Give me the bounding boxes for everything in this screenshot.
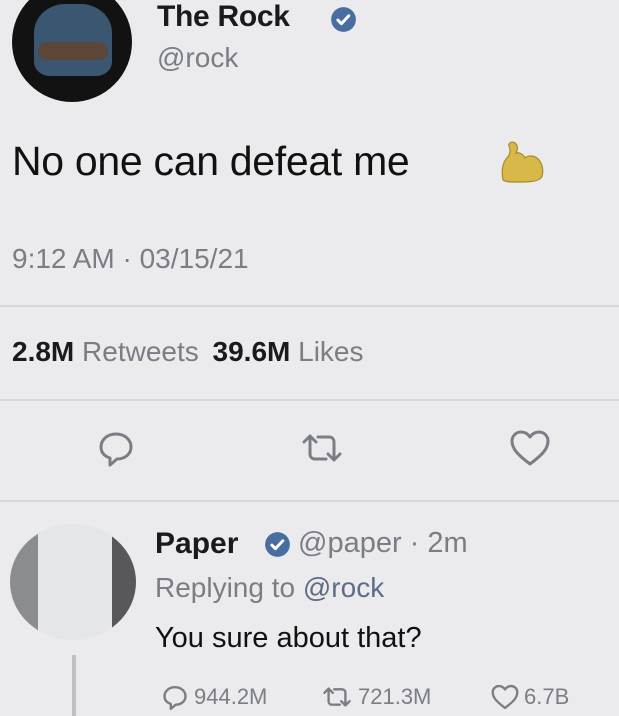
like-icon xyxy=(491,684,519,710)
retweet-icon[interactable] xyxy=(298,428,346,468)
thread-line xyxy=(72,655,76,716)
avatar-background-left xyxy=(10,524,40,640)
retweets-label[interactable]: Retweets xyxy=(82,336,199,367)
avatar-paper xyxy=(38,524,114,640)
author-avatar[interactable] xyxy=(12,0,132,102)
reply-reply-action[interactable]: 944.2M xyxy=(160,682,267,712)
reply-count: 944.2M xyxy=(194,684,268,709)
reply-retweet-action[interactable]: 721.3M xyxy=(320,682,431,712)
like-count: 6.7B xyxy=(524,684,570,709)
verified-badge-icon xyxy=(265,532,290,557)
divider xyxy=(0,305,619,307)
reply-icon xyxy=(163,686,187,711)
retweet-icon xyxy=(323,687,351,707)
author-name[interactable]: The Rock xyxy=(157,0,290,34)
tweet-text: No one can defeat me xyxy=(12,138,410,184)
tweet-stats: 2.8M Retweets 39.6M Likes xyxy=(12,336,364,368)
divider xyxy=(0,500,619,502)
replying-to-label: Replying to xyxy=(155,572,296,603)
avatar-background-right xyxy=(112,524,136,640)
verified-badge-icon xyxy=(331,7,356,32)
reply-author-avatar[interactable] xyxy=(10,524,136,640)
replying-to-mention[interactable]: @rock xyxy=(303,572,384,603)
reply-text: You sure about that? xyxy=(155,622,422,654)
divider xyxy=(0,399,619,401)
retweet-count: 721.3M xyxy=(358,684,432,709)
author-handle[interactable]: @rock xyxy=(157,42,238,74)
likes-label[interactable]: Likes xyxy=(298,336,363,367)
flexed-biceps-icon xyxy=(501,141,544,183)
reply-handle-and-time[interactable]: @paper · 2m xyxy=(298,527,468,560)
avatar-arms xyxy=(38,42,108,60)
like-icon[interactable] xyxy=(508,428,552,468)
avatar-shirt xyxy=(34,4,112,76)
likes-count[interactable]: 39.6M xyxy=(213,336,291,367)
reply-icon[interactable] xyxy=(96,428,136,468)
replying-to: Replying to @rock xyxy=(155,572,384,604)
reply-like-action[interactable]: 6.7B xyxy=(490,682,569,712)
retweets-count[interactable]: 2.8M xyxy=(12,336,74,367)
tweet-timestamp[interactable]: 9:12 AM · 03/15/21 xyxy=(12,243,249,275)
reply-author-name[interactable]: Paper xyxy=(155,527,238,561)
